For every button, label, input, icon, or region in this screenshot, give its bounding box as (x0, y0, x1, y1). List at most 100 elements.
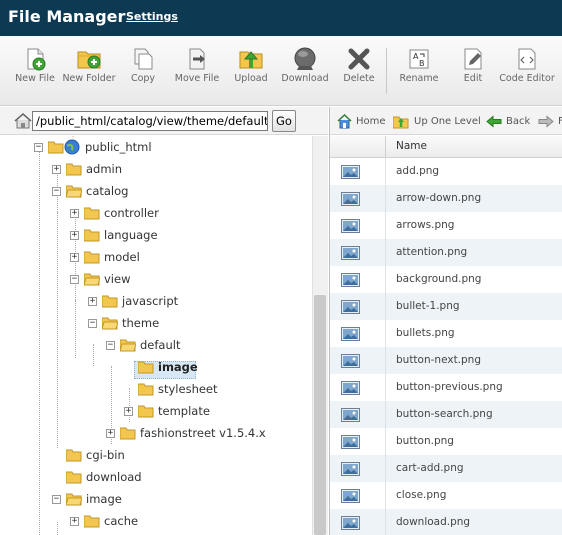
file-row[interactable]: button.png (330, 428, 562, 455)
home-icon (337, 114, 352, 129)
toolbar: New File New Folder Copy Move File Uploa… (0, 36, 562, 106)
back-button[interactable]: Back (486, 114, 532, 130)
tree-node-label: default (140, 338, 181, 352)
tree-node-admin[interactable]: + admin (0, 160, 312, 180)
expand-toggle-icon[interactable]: + (106, 429, 115, 438)
expand-toggle-icon[interactable]: + (88, 297, 97, 306)
new-folder-button[interactable]: New Folder (61, 46, 117, 102)
settings-link[interactable]: Settings (126, 10, 178, 23)
tree-node-image-selected[interactable]: image (0, 358, 312, 378)
tree-node-fashionstreet[interactable]: + fashionstreet v1.5.4.x (0, 424, 312, 444)
folder-icon (138, 383, 154, 396)
file-row[interactable]: button-next.png (330, 347, 562, 374)
tree-node-cgi-bin[interactable]: cgi-bin (0, 446, 312, 466)
expand-toggle-icon[interactable]: + (52, 165, 61, 174)
file-row[interactable]: cart-add.png (330, 455, 562, 482)
home-button[interactable]: Home (337, 114, 387, 130)
image-file-icon (341, 435, 360, 449)
new-file-icon (27, 48, 46, 71)
file-row[interactable]: download.png (330, 509, 562, 535)
tree-node-model[interactable]: + model (0, 248, 312, 268)
collapse-toggle-icon[interactable]: − (106, 341, 115, 350)
tree-node-image[interactable]: − image (0, 490, 312, 510)
rename-button[interactable]: A B Rename (391, 46, 447, 102)
tree-node-view[interactable]: − view (0, 270, 312, 290)
rename-icon: A B (409, 49, 429, 69)
image-file-icon (341, 516, 360, 530)
expand-toggle-icon[interactable]: + (70, 253, 79, 262)
expand-toggle-icon[interactable]: + (124, 407, 133, 416)
expand-toggle-icon[interactable]: + (70, 209, 79, 218)
file-row[interactable]: attention.png (330, 239, 562, 266)
image-file-icon (341, 165, 360, 179)
copy-button[interactable]: Copy (115, 46, 171, 102)
file-list-header: Name (330, 136, 562, 158)
code-editor-icon (518, 48, 536, 70)
tree-node-catalog[interactable]: − catalog (0, 182, 312, 202)
file-row[interactable]: button-search.png (330, 401, 562, 428)
column-divider (385, 158, 386, 185)
tree-node-cache[interactable]: + cache (0, 512, 312, 532)
tree-node-download[interactable]: download (0, 468, 312, 488)
expand-toggle-icon[interactable]: + (70, 231, 79, 240)
file-row[interactable]: bullets.png (330, 320, 562, 347)
upload-button[interactable]: Upload (223, 46, 279, 102)
file-row[interactable]: close.png (330, 482, 562, 509)
tree-node-label: image (86, 492, 122, 506)
edit-label: Edit (463, 73, 483, 84)
image-file-icon (341, 354, 360, 368)
collapse-toggle-icon[interactable]: − (34, 143, 43, 152)
collapse-toggle-icon[interactable]: − (70, 275, 79, 284)
tree-node-default[interactable]: − default (0, 336, 312, 356)
column-divider (385, 401, 386, 428)
file-row[interactable]: button-previous.png (330, 374, 562, 401)
tree-node-language[interactable]: + language (0, 226, 312, 246)
code-editor-button[interactable]: Code Editor (499, 46, 555, 102)
go-button[interactable]: Go (272, 110, 296, 132)
code-editor-label: Code Editor (499, 73, 555, 84)
tree-node-controller[interactable]: + controller (0, 204, 312, 224)
tree-node-javascript[interactable]: + javascript (0, 292, 312, 312)
folder-open-icon (66, 493, 82, 506)
file-name: button-previous.png (396, 381, 503, 393)
file-name: bullets.png (396, 327, 455, 339)
folder-open-icon (102, 317, 118, 330)
collapse-toggle-icon[interactable]: − (52, 187, 61, 196)
file-row[interactable]: arrow-down.png (330, 185, 562, 212)
file-row[interactable]: bullet-1.png (330, 293, 562, 320)
move-file-button[interactable]: Move File (169, 46, 225, 102)
tree-node-label: admin (86, 162, 123, 176)
file-row[interactable]: background.png (330, 266, 562, 293)
tree-node-template[interactable]: + template (0, 402, 312, 422)
toolbar-divider (386, 48, 387, 94)
path-bar: /public_html/catalog/view/theme/default/… (0, 107, 328, 135)
new-file-button[interactable]: New File (7, 46, 63, 102)
tree-scrollbar-thumb[interactable] (314, 295, 326, 535)
delete-button[interactable]: Delete (331, 46, 387, 102)
path-input[interactable]: /public_html/catalog/view/theme/default/ (32, 111, 268, 131)
forward-button[interactable]: F (538, 114, 562, 130)
file-list: add.png arrow-down.png arrows.png attention… (330, 158, 562, 535)
tree-node-theme[interactable]: − theme (0, 314, 312, 334)
expand-toggle-icon[interactable]: + (70, 517, 79, 526)
name-column-header[interactable]: Name (396, 140, 427, 152)
globe-icon (64, 139, 80, 155)
folder-icon (138, 361, 154, 374)
edit-button[interactable]: Edit (445, 46, 501, 102)
column-divider (385, 185, 386, 212)
tree-node-stylesheet[interactable]: stylesheet (0, 380, 312, 400)
file-row[interactable]: add.png (330, 158, 562, 185)
tree-node-label: stylesheet (158, 382, 218, 396)
download-button[interactable]: Download (277, 46, 333, 102)
column-divider (385, 266, 386, 293)
collapse-toggle-icon[interactable]: − (88, 319, 97, 328)
collapse-toggle-icon[interactable]: − (52, 495, 61, 504)
up-one-level-button[interactable]: Up One Level (393, 114, 481, 130)
download-icon (294, 47, 316, 70)
tree-node-public-html[interactable]: − public_html (0, 138, 312, 158)
home-folder-icon (14, 113, 32, 129)
file-row[interactable]: arrows.png (330, 212, 562, 239)
folder-tree: − public_html + admin − catalog + contro… (0, 136, 312, 535)
back-label: Back (506, 116, 531, 127)
folder-open-icon (84, 273, 100, 286)
